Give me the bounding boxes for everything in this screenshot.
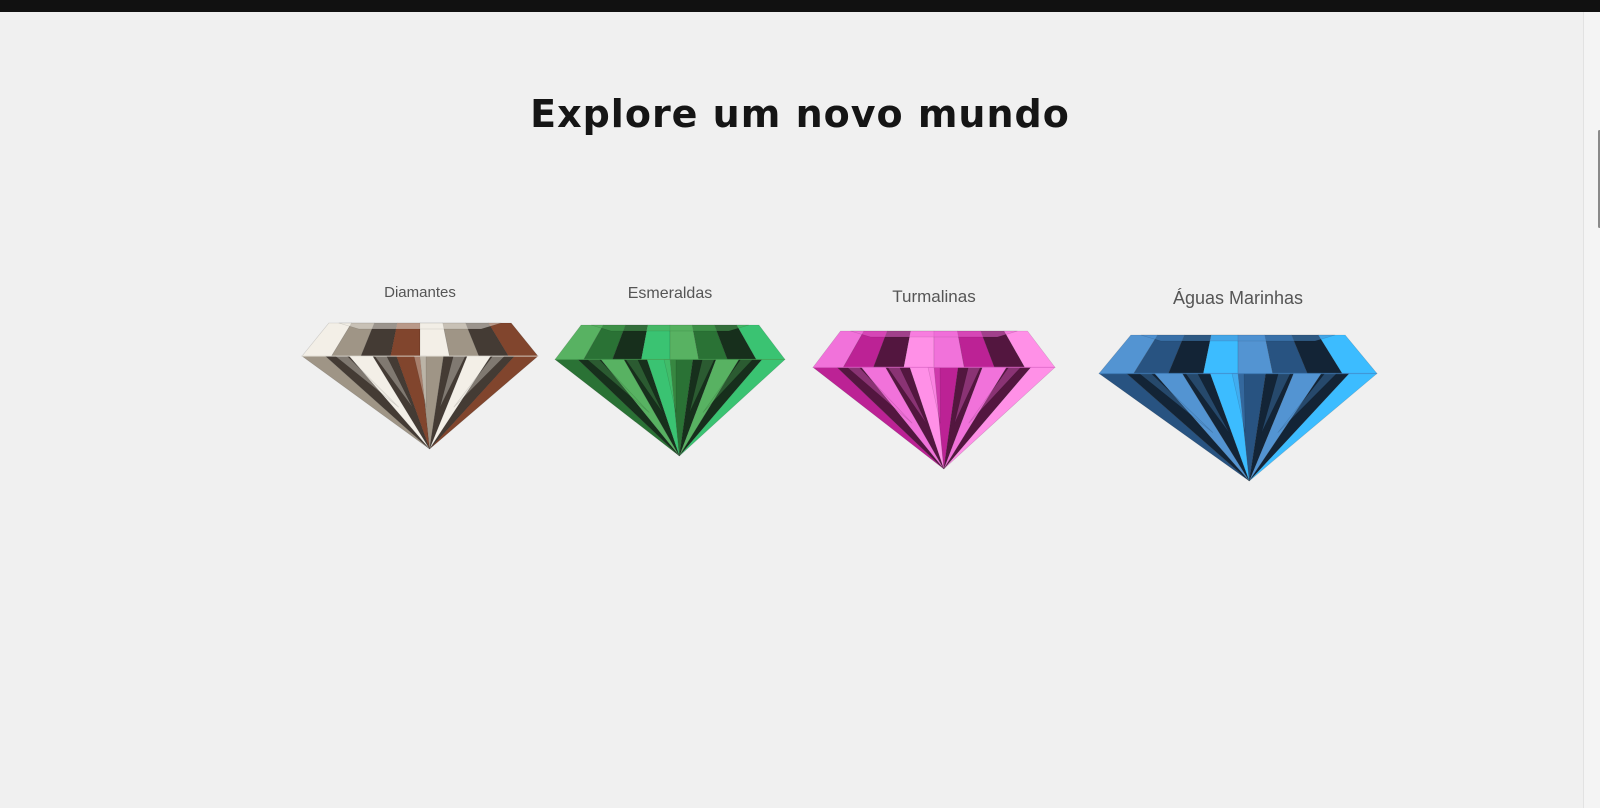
browser-top-bar	[0, 0, 1600, 12]
emerald-gem-icon	[554, 324, 786, 457]
gem-label: Diamantes	[384, 284, 456, 301]
tourmaline-gem-icon	[812, 330, 1056, 470]
gem-label: Esmeraldas	[627, 285, 713, 302]
page-title: Explore um novo mundo	[530, 92, 1070, 136]
aquamarine-gem-icon	[1098, 334, 1378, 482]
vertical-scrollbar[interactable]	[1583, 12, 1600, 808]
gem-label: Turmalinas	[892, 287, 976, 306]
gem-card-esmeraldas[interactable]: Esmeraldas	[553, 280, 787, 460]
gem-card-diamantes[interactable]: Diamantes	[300, 278, 540, 453]
gem-card-aguas-marinhas[interactable]: Águas Marinhas	[1097, 284, 1379, 484]
gem-card-turmalinas[interactable]: Turmalinas	[811, 282, 1057, 472]
diamond-gem-icon	[301, 322, 539, 450]
gem-label: Águas Marinhas	[1172, 288, 1304, 308]
